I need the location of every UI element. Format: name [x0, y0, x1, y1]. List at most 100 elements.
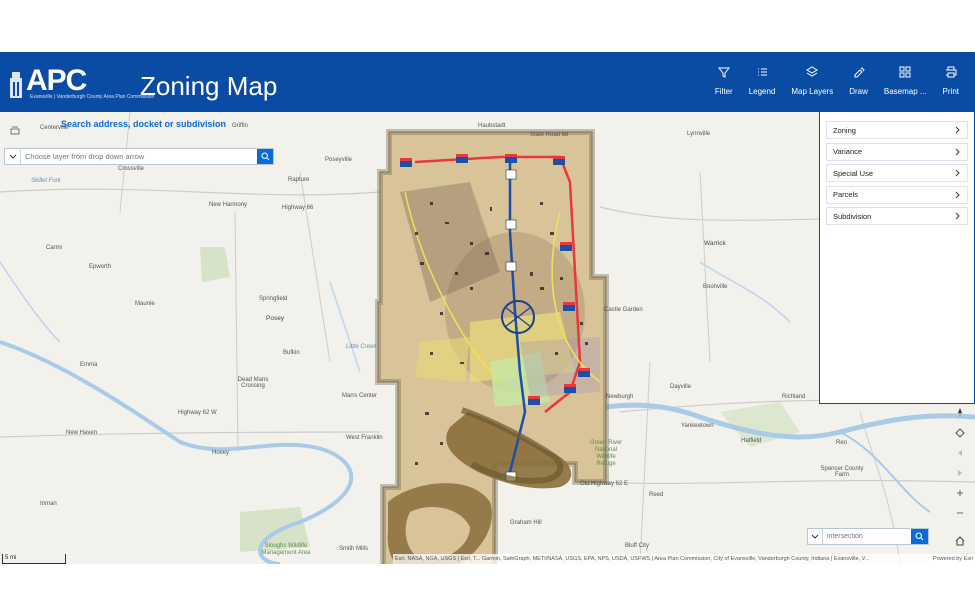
chevron-right-icon [955, 212, 960, 220]
compass-icon [958, 408, 962, 418]
basemap-icon [899, 66, 911, 78]
place-label: Rapture [288, 177, 310, 183]
chevron-right-icon [955, 169, 960, 177]
map-controls [951, 403, 969, 551]
place-label: Yankeetown [681, 423, 714, 429]
place-label: Hatfield [741, 438, 762, 444]
place-label: West Franklin [346, 435, 383, 441]
layer-item-label: Parcels [833, 190, 859, 199]
page-title: Zoning Map [140, 71, 278, 101]
layer-item-label: Special Use [833, 168, 874, 178]
intersection-input[interactable] [823, 529, 911, 544]
draw-icon [854, 67, 865, 78]
legend-button[interactable]: Legend [741, 66, 784, 106]
home-button[interactable] [951, 531, 969, 551]
place-label: Poseyville [325, 157, 353, 163]
draw-button[interactable]: Draw [841, 66, 876, 106]
place-label: Graham Hill [510, 520, 542, 526]
place-label: Richland [782, 394, 806, 400]
intersection-dropdown-button[interactable] [808, 529, 823, 544]
layer-item-variance[interactable]: Variance [826, 142, 968, 161]
place-label: Dead Mans Crossing [237, 377, 269, 389]
search-button[interactable] [257, 149, 273, 164]
place-label: Smith Mills [339, 546, 369, 552]
print-icon [945, 66, 957, 78]
zoom-out-button[interactable] [951, 503, 969, 523]
place-label: Springfield [259, 296, 288, 302]
legend-icon [758, 68, 768, 76]
basemap-label: Basemap ... [883, 87, 927, 96]
place-label: Highway 66 [282, 205, 314, 211]
app-header: APC Evansville | Vanderburgh County Area… [0, 52, 975, 112]
place-label: Bluff City [625, 543, 649, 549]
place-label: Highway 62 W [178, 410, 217, 416]
layer-item-label: Zoning [833, 125, 856, 135]
powered-by-esri[interactable]: Powered by Esri [929, 554, 973, 564]
place-label: Lynnville [687, 131, 711, 137]
place-label: New Haven [66, 430, 98, 436]
courthouse-icon [10, 72, 22, 98]
chevron-down-icon [9, 154, 16, 159]
place-label: Griffin [232, 123, 248, 129]
place-label: Marrs Center [342, 393, 378, 399]
toolbar: Filter Legend Map Layers Draw Basemap ..… [707, 66, 967, 106]
print-button[interactable]: Print [935, 66, 967, 106]
arrow-right-icon [958, 470, 962, 476]
layer-dropdown-button[interactable] [5, 149, 21, 164]
arrow-left-icon [958, 450, 962, 456]
place-label: Old Highway 62 E [580, 481, 629, 487]
filter-label: Filter [714, 87, 733, 96]
previous-extent-button[interactable] [951, 443, 969, 463]
search-icon [915, 532, 924, 541]
place-label: State Road 68 [530, 132, 569, 138]
next-extent-button[interactable] [951, 463, 969, 483]
layer-item-zoning[interactable]: Zoning [826, 121, 968, 139]
draw-label: Draw [849, 87, 868, 96]
map-layers-label: Map Layers [791, 87, 834, 96]
attribution-text: Esri, NASA, NGA, USGS | Esri, T... Garmi… [395, 556, 870, 562]
place-label: Reed [649, 492, 664, 498]
place-label: Newburgh [606, 394, 634, 400]
locate-icon [955, 428, 965, 438]
zoom-in-button[interactable] [951, 483, 969, 503]
bookmark-icon[interactable] [10, 126, 20, 135]
logo-subtitle: Evansville | Vanderburgh County Area Pla… [30, 94, 155, 100]
chevron-right-icon [955, 148, 960, 155]
compass-button[interactable] [951, 403, 969, 423]
place-label: Hovey [212, 450, 230, 456]
layer-item-label: Variance [833, 147, 863, 156]
plus-icon [957, 490, 963, 496]
scale-bar: 5 mi [2, 554, 66, 564]
place-label: Castle Garden [604, 307, 643, 313]
intersection-search-button[interactable] [911, 529, 928, 544]
logo-text: APC [26, 64, 87, 97]
layer-panel: Zoning Variance Special Use Parcels Subd… [819, 112, 975, 404]
place-label: Crossville [118, 166, 145, 172]
chevron-right-icon [955, 191, 960, 198]
place-label: New Harmony [209, 202, 248, 208]
basemap-button[interactable]: Basemap ... [876, 66, 935, 106]
app-root: APC Evansville | Vanderburgh County Area… [0, 52, 975, 564]
place-label: Carmi [46, 245, 62, 251]
layer-item-parcels[interactable]: Parcels [826, 185, 968, 204]
place-label: Posey [266, 315, 285, 322]
locate-button[interactable] [951, 423, 969, 443]
place-label: Green River National Wildlife Refuge [589, 440, 623, 467]
place-label: Boonville [703, 284, 728, 290]
layer-item-subdivision[interactable]: Subdivision [826, 207, 968, 225]
legend-label: Legend [748, 87, 776, 96]
search-input[interactable] [21, 149, 257, 164]
map-view[interactable]: Centerville Griffin Haubstadt State Road… [0, 112, 975, 564]
layers-icon [806, 66, 819, 77]
layer-item-label: Subdivision [833, 211, 872, 221]
minus-icon [957, 512, 963, 514]
map-layers-button[interactable]: Map Layers [783, 66, 841, 106]
place-label: Epworth [89, 264, 112, 270]
layer-item-special-use[interactable]: Special Use [826, 164, 968, 182]
filter-button[interactable]: Filter [707, 66, 741, 106]
place-label: Haubstadt [478, 123, 506, 129]
place-label: Reo [836, 440, 848, 446]
place-label: Dayville [670, 384, 692, 390]
apc-logo[interactable]: APC Evansville | Vanderburgh County Area… [8, 64, 155, 104]
place-label: Maunie [135, 301, 155, 307]
